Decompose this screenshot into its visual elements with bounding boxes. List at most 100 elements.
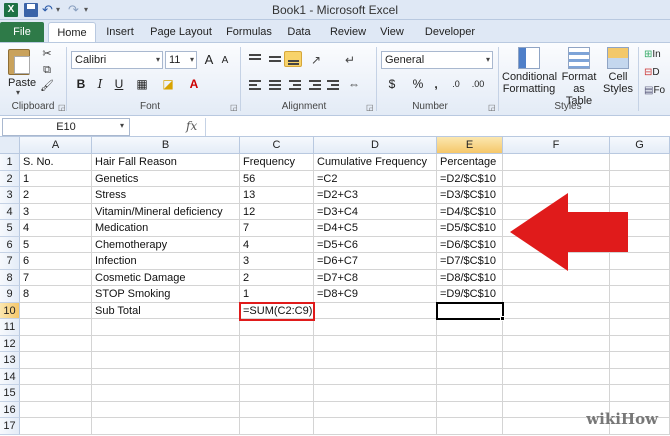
cell-b9[interactable]: STOP Smoking [92,286,240,303]
cell-b8[interactable]: Cosmetic Damage [92,269,240,286]
cell-b16[interactable] [92,401,240,418]
cell-e15[interactable] [437,385,503,402]
cell-e1[interactable]: Percentage [437,154,503,171]
cell-d16[interactable] [314,401,437,418]
copy-icon[interactable]: ⧉ [40,63,54,77]
cell-c16[interactable] [240,401,314,418]
cell-e12[interactable] [437,335,503,352]
cell-g9[interactable] [610,286,670,303]
cell-b1[interactable]: Hair Fall Reason [92,154,240,171]
cell-c13[interactable] [240,352,314,369]
cell-g2[interactable] [610,170,670,187]
cell-a13[interactable] [20,352,92,369]
cell-f12[interactable] [503,335,610,352]
cell-g1[interactable] [610,154,670,171]
column-header-e[interactable]: E [437,137,503,154]
delete-cells-button[interactable]: ⊟D [644,67,660,78]
font-name-select[interactable]: Calibri ▾ [71,51,163,69]
chevron-down-icon[interactable]: ▾ [120,121,124,130]
cell-e3[interactable]: =D3/$C$10 [437,187,503,204]
font-launcher-icon[interactable]: ◲ [230,103,238,112]
cell-b12[interactable] [92,335,240,352]
increase-indent-icon[interactable] [324,77,342,93]
cell-a2[interactable]: 1 [20,170,92,187]
row-header-15[interactable]: 15 [0,385,20,402]
row-header-4[interactable]: 4 [0,203,20,220]
alignment-launcher-icon[interactable]: ◲ [366,103,374,112]
paste-button[interactable]: Paste [8,77,36,89]
row-header-13[interactable]: 13 [0,352,20,369]
cell-b6[interactable]: Chemotherapy [92,236,240,253]
align-middle-icon[interactable] [266,51,284,67]
align-bottom-icon[interactable] [284,51,302,67]
cell-a12[interactable] [20,335,92,352]
cell-c12[interactable] [240,335,314,352]
orientation-icon[interactable]: ↗ [308,52,324,68]
tab-view[interactable]: View [376,22,408,42]
cell-e9[interactable]: =D9/$C$10 [437,286,503,303]
cell-styles-button[interactable]: Cell Styles [602,47,634,95]
cell-a15[interactable] [20,385,92,402]
insert-function-icon[interactable]: fx [186,119,197,133]
cell-e17[interactable] [437,418,503,435]
column-header-b[interactable]: B [92,137,240,154]
number-launcher-icon[interactable]: ◲ [488,103,496,112]
cell-a11[interactable] [20,319,92,336]
cell-d10[interactable] [314,302,437,319]
column-header-c[interactable]: C [240,137,314,154]
cell-f9[interactable] [503,286,610,303]
wrap-text-icon[interactable]: ↵ [342,52,358,68]
cell-a9[interactable]: 8 [20,286,92,303]
cell-d4[interactable]: =D3+C4 [314,203,437,220]
row-header-14[interactable]: 14 [0,368,20,385]
cell-e13[interactable] [437,352,503,369]
cell-b14[interactable] [92,368,240,385]
cell-d3[interactable]: =D2+C3 [314,187,437,204]
cell-e11[interactable] [437,319,503,336]
font-color-icon[interactable]: A [186,76,202,92]
row-header-10[interactable]: 10 [0,302,20,319]
tab-formulas[interactable]: Formulas [222,22,276,42]
italic-button[interactable]: I [92,76,108,92]
decrease-indent-icon[interactable] [306,77,324,93]
cell-f1[interactable] [503,154,610,171]
cell-d5[interactable]: =D4+C5 [314,220,437,237]
tab-page-layout[interactable]: Page Layout [148,22,214,42]
number-format-select[interactable]: General ▾ [381,51,493,69]
cell-g14[interactable] [610,368,670,385]
cell-b13[interactable] [92,352,240,369]
cell-c5[interactable]: 7 [240,220,314,237]
cell-e8[interactable]: =D8/$C$10 [437,269,503,286]
cell-c4[interactable]: 12 [240,203,314,220]
row-header-8[interactable]: 8 [0,269,20,286]
row-header-3[interactable]: 3 [0,187,20,204]
cell-a16[interactable] [20,401,92,418]
conditional-formatting-button[interactable]: Conditional Formatting [502,47,557,95]
cell-a4[interactable]: 3 [20,203,92,220]
row-header-6[interactable]: 6 [0,236,20,253]
cell-c1[interactable]: Frequency [240,154,314,171]
paste-icon[interactable] [8,49,30,75]
align-top-icon[interactable] [246,51,264,67]
cell-c17[interactable] [240,418,314,435]
currency-button[interactable]: $ [384,76,400,92]
cell-c7[interactable]: 3 [240,253,314,270]
align-left-icon[interactable] [246,77,264,93]
cell-d11[interactable] [314,319,437,336]
cell-a14[interactable] [20,368,92,385]
cell-c3[interactable]: 13 [240,187,314,204]
cell-f11[interactable] [503,319,610,336]
cell-g13[interactable] [610,352,670,369]
cell-f10[interactable] [503,302,610,319]
bold-button[interactable]: B [73,76,89,92]
row-header-9[interactable]: 9 [0,286,20,303]
cell-b3[interactable]: Stress [92,187,240,204]
cell-f2[interactable] [503,170,610,187]
cell-b4[interactable]: Vitamin/Mineral deficiency [92,203,240,220]
grow-font-button[interactable]: A [201,52,217,68]
tab-developer[interactable]: Developer [420,22,480,42]
cell-g15[interactable] [610,385,670,402]
align-right-icon[interactable] [286,77,304,93]
row-header-16[interactable]: 16 [0,401,20,418]
cell-a10[interactable] [20,302,92,319]
